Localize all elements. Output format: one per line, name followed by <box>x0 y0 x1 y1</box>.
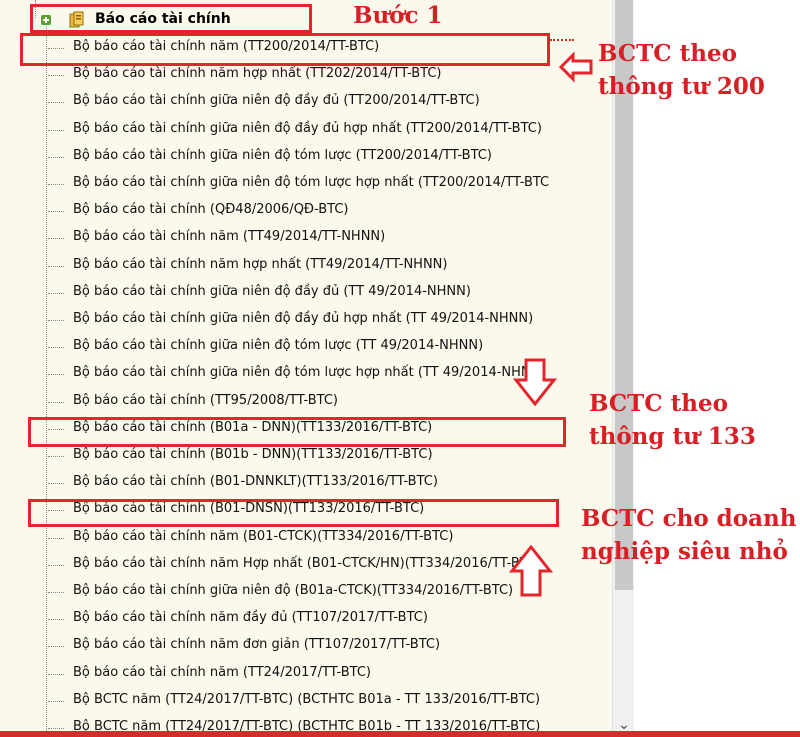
tree-item[interactable]: Bộ báo cáo tài chính giữa niên độ tóm lư… <box>48 174 608 194</box>
tree-item-label: Bộ báo cáo tài chính giữa niên độ đầy đủ… <box>73 121 542 136</box>
down-arrow-icon <box>512 358 558 407</box>
tree-item-label: Bộ báo cáo tài chính năm (B01-CTCK)(TT33… <box>73 529 454 544</box>
tree-connector-tick <box>48 75 64 76</box>
tree-item[interactable]: Bộ báo cáo tài chính giữa niên độ đầy đủ… <box>48 92 608 112</box>
tree-item-label: Bộ báo cáo tài chính năm (TT49/2014/TT-N… <box>73 229 386 244</box>
tree-connector-tick <box>48 538 64 539</box>
tree-item[interactable]: Bộ báo cáo tài chính năm đầy đủ (TT107/2… <box>48 609 608 629</box>
tree-item[interactable]: Bộ báo cáo tài chính (B01b - DNN)(TT133/… <box>48 446 608 466</box>
tree-connector <box>46 26 47 737</box>
tree-item[interactable]: Bộ báo cáo tài chính giữa niên độ đầy đủ… <box>48 120 608 140</box>
micro-annotation-line2: nghiệp siêu nhỏ <box>581 538 788 565</box>
highlight-box-step1 <box>30 4 312 33</box>
step1-annotation: Bước 1 <box>353 2 443 29</box>
tree-item-label: Bộ báo cáo tài chính năm hợp nhất (TT202… <box>73 66 442 81</box>
tree-connector-tick <box>48 565 64 566</box>
tree-connector-tick <box>48 374 64 375</box>
tree-item-label: Bộ báo cáo tài chính năm đơn giản (TT107… <box>73 637 441 652</box>
tree-connector-tick <box>48 456 64 457</box>
tree-connector-tick <box>48 674 64 675</box>
tree-connector-tick <box>48 157 64 158</box>
bottom-border <box>0 731 800 737</box>
tree-item-label: Bộ báo cáo tài chính năm hợp nhất (TT49/… <box>73 257 448 272</box>
tree-item-label: Bộ báo cáo tài chính năm đầy đủ (TT107/2… <box>73 610 428 625</box>
up-arrow-icon <box>508 544 554 597</box>
tree-connector-tick <box>48 592 64 593</box>
tree-connector-tick <box>48 184 64 185</box>
annotation-area <box>634 0 800 737</box>
tt133-annotation-line2: thông tư 133 <box>589 423 756 450</box>
tree-item[interactable]: Bộ báo cáo tài chính (B01-DNNKLT)(TT133/… <box>48 473 608 493</box>
highlight-box-tt133 <box>28 417 566 447</box>
tree-item[interactable]: Bộ báo cáo tài chính năm (TT49/2014/TT-N… <box>48 228 608 248</box>
tree-connector-tick <box>48 483 64 484</box>
tree-item[interactable]: Bộ báo cáo tài chính giữa niên độ tóm lư… <box>48 337 608 357</box>
tt133-annotation-line1: BCTC theo <box>589 390 728 417</box>
tree-connector-tick <box>48 238 64 239</box>
tree-item-label: Bộ báo cáo tài chính (TT95/2008/TT-BTC) <box>73 393 338 408</box>
vertical-scrollbar[interactable]: ⌄ <box>612 0 635 737</box>
tree-item-label: Bộ báo cáo tài chính (QĐ48/2006/QĐ-BTC) <box>73 202 349 217</box>
tree-connector-tick <box>48 293 64 294</box>
micro-annotation-line1: BCTC cho doanh <box>581 505 797 532</box>
tree-connector-tick <box>48 402 64 403</box>
tree-connector-tick <box>48 619 64 620</box>
highlight-box-micro <box>28 499 559 527</box>
tree-item-label: Bộ báo cáo tài chính giữa niên độ tóm lư… <box>73 175 550 190</box>
tree-item[interactable]: Bộ báo cáo tài chính giữa niên độ đầy đủ… <box>48 310 608 330</box>
tree-item-label: Bộ báo cáo tài chính giữa niên độ tóm lư… <box>73 338 484 353</box>
tree-connector-tick <box>48 646 64 647</box>
tree-connector-tick <box>48 130 64 131</box>
left-arrow-icon <box>558 51 593 83</box>
tree-item-label: Bộ báo cáo tài chính giữa niên độ đầy đủ… <box>73 284 471 299</box>
tree-connector-tick <box>48 211 64 212</box>
tree-item[interactable]: Bộ báo cáo tài chính năm hợp nhất (TT49/… <box>48 256 608 276</box>
tree-item-label: Bộ báo cáo tài chính giữa niên độ đầy đủ… <box>73 93 480 108</box>
tree-item-label: Bộ báo cáo tài chính năm Hợp nhất (B01-C… <box>73 556 542 571</box>
tree-item-label: Bộ báo cáo tài chính năm (TT24/2017/TT-B… <box>73 665 371 680</box>
tree-item-label: Bộ báo cáo tài chính (B01b - DNN)(TT133/… <box>73 447 433 462</box>
tree-item[interactable]: Bộ báo cáo tài chính (QĐ48/2006/QĐ-BTC) <box>48 201 608 221</box>
tree-item-label: Bộ BCTC năm (TT24/2017/TT-BTC) (BCTHTC B… <box>73 692 541 707</box>
tree-item-label: Bộ báo cáo tài chính giữa niên độ (B01a-… <box>73 583 514 598</box>
tt200-annotation-line2: thông tư 200 <box>598 73 765 100</box>
tree-connector-tick <box>48 266 64 267</box>
tree-connector-tick <box>48 728 64 729</box>
tree-connector-tick <box>48 320 64 321</box>
tree-item-label: Bộ báo cáo tài chính (B01-DNNKLT)(TT133/… <box>73 474 438 489</box>
tree-item[interactable]: Bộ BCTC năm (TT24/2017/TT-BTC) (BCTHTC B… <box>48 691 608 711</box>
tree-item[interactable]: Bộ báo cáo tài chính năm (TT24/2017/TT-B… <box>48 664 608 684</box>
tree-connector-tick <box>48 701 64 702</box>
tree-connector-tick <box>48 102 64 103</box>
dotted-connector-tt200 <box>550 39 574 41</box>
tree-item-label: Bộ báo cáo tài chính giữa niên độ đầy đủ… <box>73 311 534 326</box>
tt200-annotation-line1: BCTC theo <box>598 40 737 67</box>
tree-item[interactable]: Bộ báo cáo tài chính giữa niên độ tóm lư… <box>48 147 608 167</box>
tree-connector-tick <box>48 347 64 348</box>
tree-item[interactable]: Bộ báo cáo tài chính giữa niên độ đầy đủ… <box>48 283 608 303</box>
highlight-box-tt200 <box>20 33 550 66</box>
tree-item-label: Bộ báo cáo tài chính giữa niên độ tóm lư… <box>73 148 492 163</box>
tree-item[interactable]: Bộ báo cáo tài chính năm hợp nhất (TT202… <box>48 65 608 85</box>
tree-item-label: Bộ báo cáo tài chính giữa niên độ tóm lư… <box>73 365 546 380</box>
tree-item[interactable]: Bộ báo cáo tài chính năm đơn giản (TT107… <box>48 636 608 656</box>
